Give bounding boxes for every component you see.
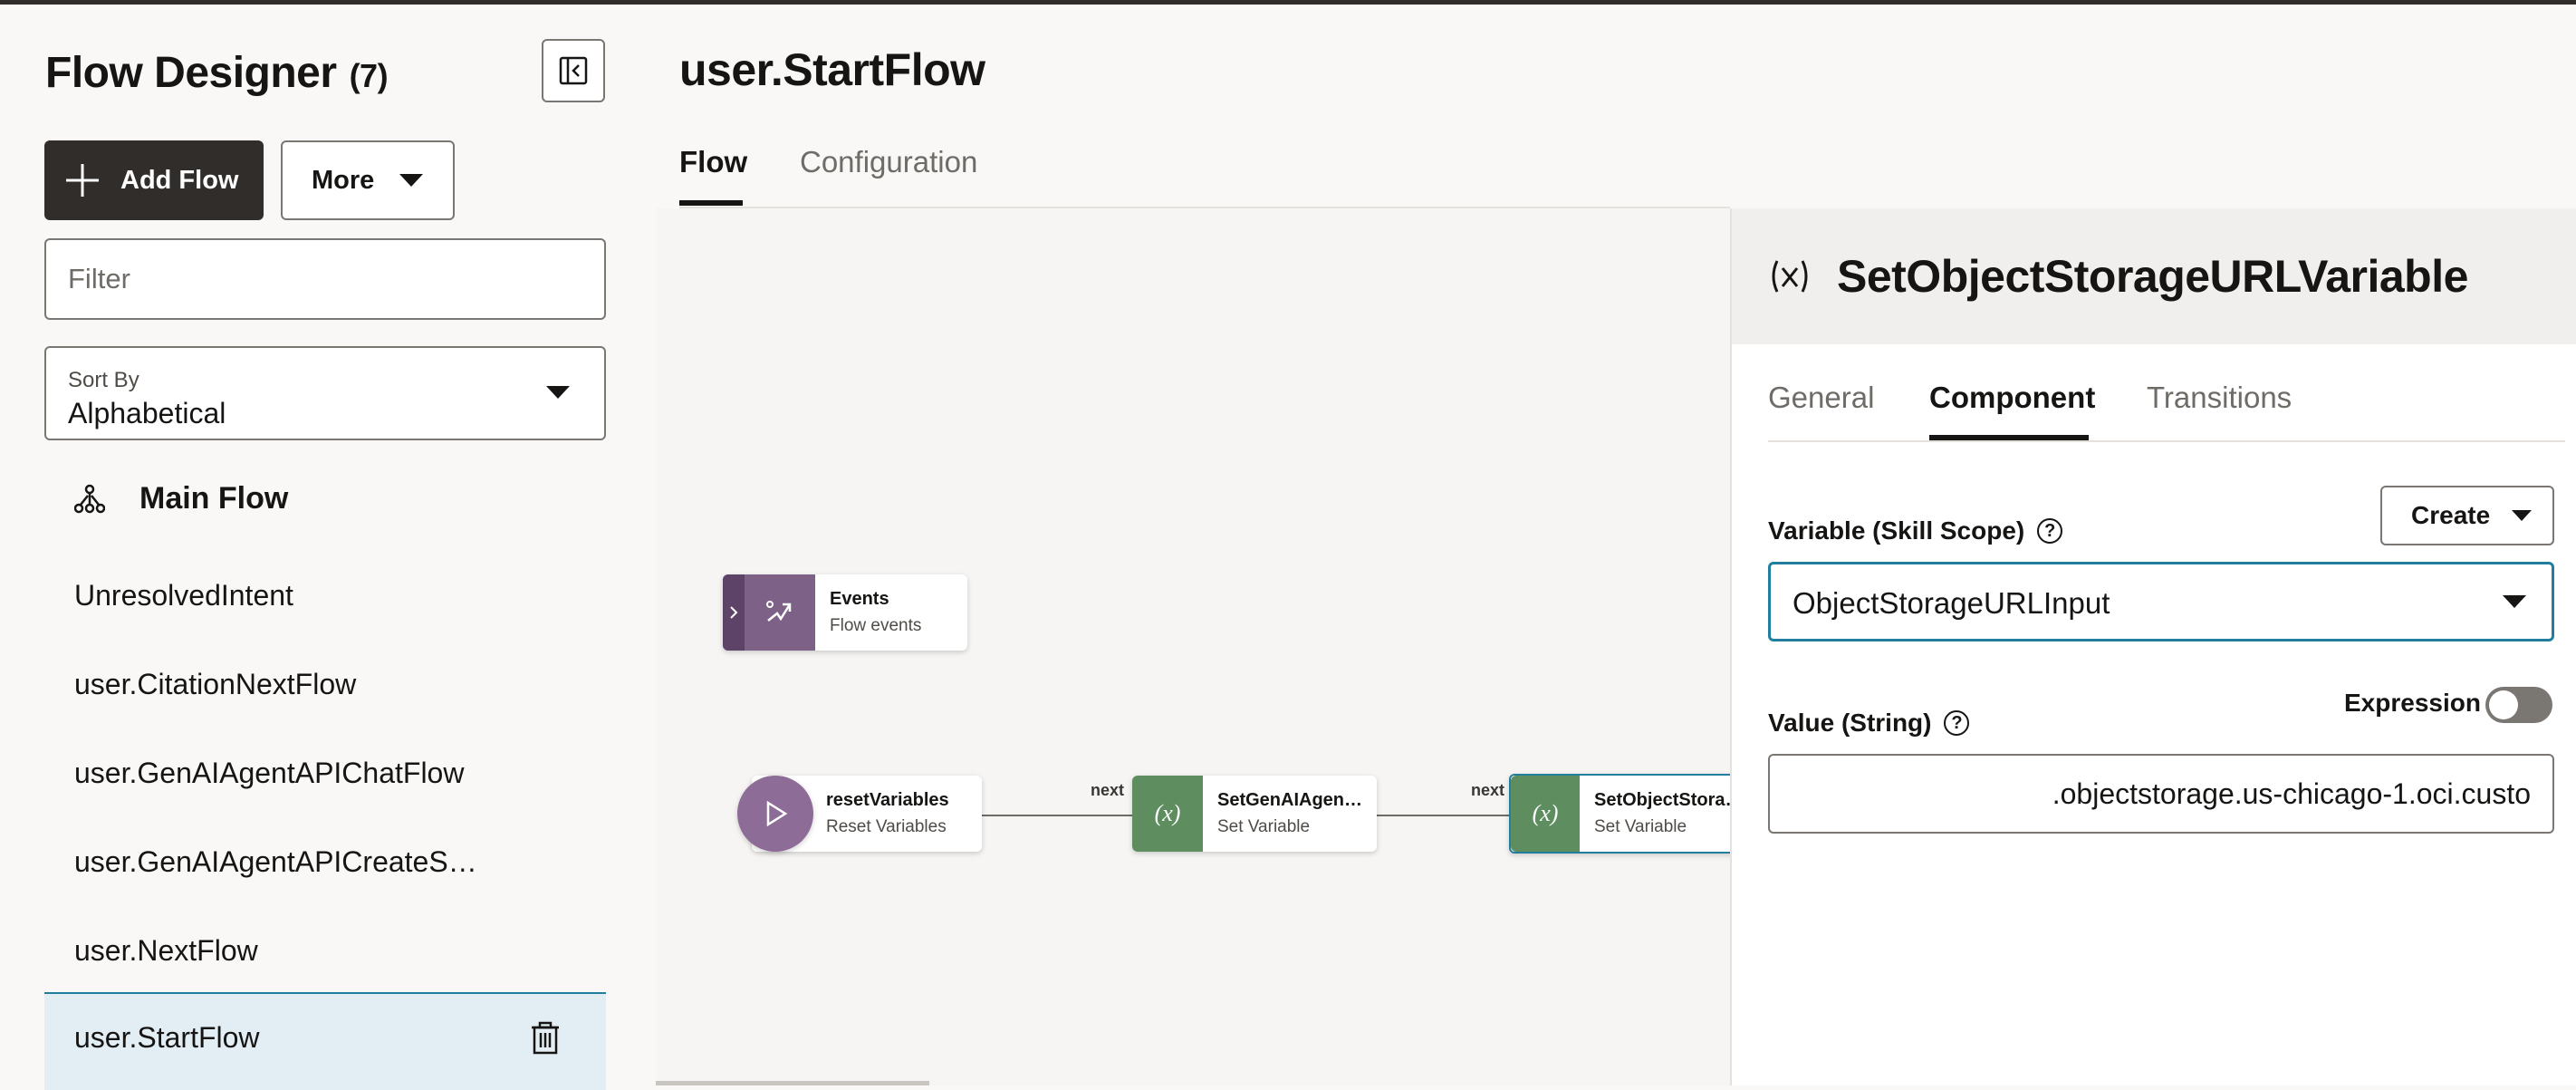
start-node-badge <box>737 776 813 852</box>
flow-item-genaiagentapicreatesession[interactable]: user.GenAIAgentAPICreateS… <box>74 845 477 879</box>
active-panel-tab-indicator <box>1929 435 2089 440</box>
main-flow-item[interactable]: Main Flow <box>74 481 288 516</box>
events-node-thumb <box>723 574 815 651</box>
edge-setgenai-to-setobject <box>1377 815 1531 816</box>
trash-icon[interactable] <box>530 1021 561 1056</box>
add-flow-label: Add Flow <box>120 165 239 195</box>
active-tab-indicator <box>679 200 743 206</box>
play-icon <box>766 800 788 827</box>
reset-node-title: resetVariables <box>826 790 949 810</box>
expression-label: Expression <box>2344 689 2481 717</box>
collapse-panel-icon <box>559 56 588 85</box>
flow-item-citationnextflow[interactable]: user.CitationNextFlow <box>74 668 356 701</box>
expression-toggle[interactable] <box>2485 687 2552 723</box>
variable-label-text: Variable (Skill Scope) <box>1768 516 2025 545</box>
variable-select[interactable]: ObjectStorageURLInput <box>1768 562 2554 641</box>
variable-select-value: ObjectStorageURLInput <box>1793 586 2110 620</box>
set-object-storage-node[interactable]: (x) SetObjectStora… Set Variable <box>1509 774 1745 854</box>
add-flow-button[interactable]: Add Flow <box>44 140 264 220</box>
set-genai-agent-node[interactable]: (x) SetGenAIAgen… Set Variable <box>1132 776 1377 852</box>
tab-configuration[interactable]: Configuration <box>800 145 977 179</box>
edge-label-next: next <box>1091 781 1125 799</box>
chevron-right-icon <box>730 606 738 619</box>
flow-item-startflow-selected[interactable]: user.StartFlow <box>44 992 606 1090</box>
collapse-sidebar-button[interactable] <box>542 39 605 102</box>
caret-down-icon <box>399 174 424 187</box>
variable-icon: (x) <box>1532 800 1559 826</box>
set-variable-thumb: (x) <box>1132 776 1203 852</box>
help-icon[interactable]: ? <box>2037 518 2063 544</box>
tab-transitions[interactable]: Transitions <box>2147 381 2292 415</box>
edge-reset-to-setgenai <box>980 815 1139 816</box>
value-input-text: .objectstorage.us-chicago-1.oci.custo <box>2052 777 2531 810</box>
tab-general[interactable]: General <box>1768 381 1874 415</box>
events-icon <box>766 601 792 622</box>
flow-designer-sidebar: Flow Designer (7) Add Flow More Sort By A… <box>0 5 634 1090</box>
flow-item-genaiagentapichatflow[interactable]: user.GenAIAgentAPIChatFlow <box>74 757 464 790</box>
more-label: More <box>312 165 375 195</box>
flow-canvas[interactable]: Events Flow events next next resetVariab… <box>656 208 1745 1085</box>
tab-flow[interactable]: Flow <box>679 145 747 179</box>
events-node-subtitle: Flow events <box>830 616 922 635</box>
setobject-node-title: SetObjectStora… <box>1594 790 1744 810</box>
plus-icon <box>64 162 101 198</box>
filter-input[interactable] <box>44 238 606 320</box>
panel-tabs-divider <box>1768 440 2565 442</box>
variable-field-label: Variable (Skill Scope) ? <box>1768 516 2063 545</box>
variable-icon: (x) <box>1154 800 1181 826</box>
events-node-title: Events <box>830 589 889 609</box>
expand-events-handle[interactable] <box>723 574 745 651</box>
flow-item-nextflow[interactable]: user.NextFlow <box>74 934 258 968</box>
tab-component[interactable]: Component <box>1929 381 2095 415</box>
panel-header: SetObjectStorageURLVariable <box>1732 208 2576 344</box>
properties-panel: SetObjectStorageURLVariable General Comp… <box>1730 208 2576 1085</box>
set-variable-thumb: (x) <box>1511 776 1580 852</box>
main-flow-label: Main Flow <box>139 481 289 516</box>
create-label: Create <box>2411 501 2491 529</box>
caret-down-icon <box>2512 510 2533 521</box>
value-label-text: Value (String) <box>1768 709 1932 737</box>
toggle-knob <box>2489 690 2518 719</box>
setgenai-node-subtitle: Set Variable <box>1217 817 1311 836</box>
flow-hierarchy-icon <box>74 484 105 515</box>
page-title: user.StartFlow <box>679 44 985 95</box>
flow-count: (7) <box>349 57 389 94</box>
sort-by-label: Sort By <box>68 368 139 392</box>
canvas-horizontal-scrollbar[interactable] <box>656 1081 929 1085</box>
sort-by-select[interactable]: Sort By Alphabetical <box>44 346 606 440</box>
caret-down-icon <box>546 386 570 399</box>
caret-down-icon <box>2503 595 2526 608</box>
value-input[interactable]: .objectstorage.us-chicago-1.oci.custo <box>1768 754 2554 834</box>
more-button[interactable]: More <box>281 140 455 220</box>
help-icon[interactable]: ? <box>1944 710 1970 736</box>
setgenai-node-title: SetGenAIAgen… <box>1217 790 1363 810</box>
events-node[interactable]: Events Flow events <box>723 574 967 651</box>
sidebar-title: Flow Designer (7) <box>45 48 389 98</box>
value-field-label: Value (String) ? <box>1768 709 1970 738</box>
sort-by-value: Alphabetical <box>68 397 226 429</box>
variable-icon <box>1768 257 1812 295</box>
flow-item-unresolvedintent[interactable]: UnresolvedIntent <box>74 579 293 613</box>
panel-title: SetObjectStorageURLVariable <box>1837 251 2468 302</box>
create-variable-button[interactable]: Create <box>2380 486 2554 545</box>
setobject-node-subtitle: Set Variable <box>1594 817 1687 836</box>
sidebar-title-text: Flow Designer <box>45 49 337 97</box>
edge-label-next: next <box>1471 781 1505 799</box>
reset-node-subtitle: Reset Variables <box>826 817 947 836</box>
selected-flow-name: user.StartFlow <box>74 1021 260 1054</box>
